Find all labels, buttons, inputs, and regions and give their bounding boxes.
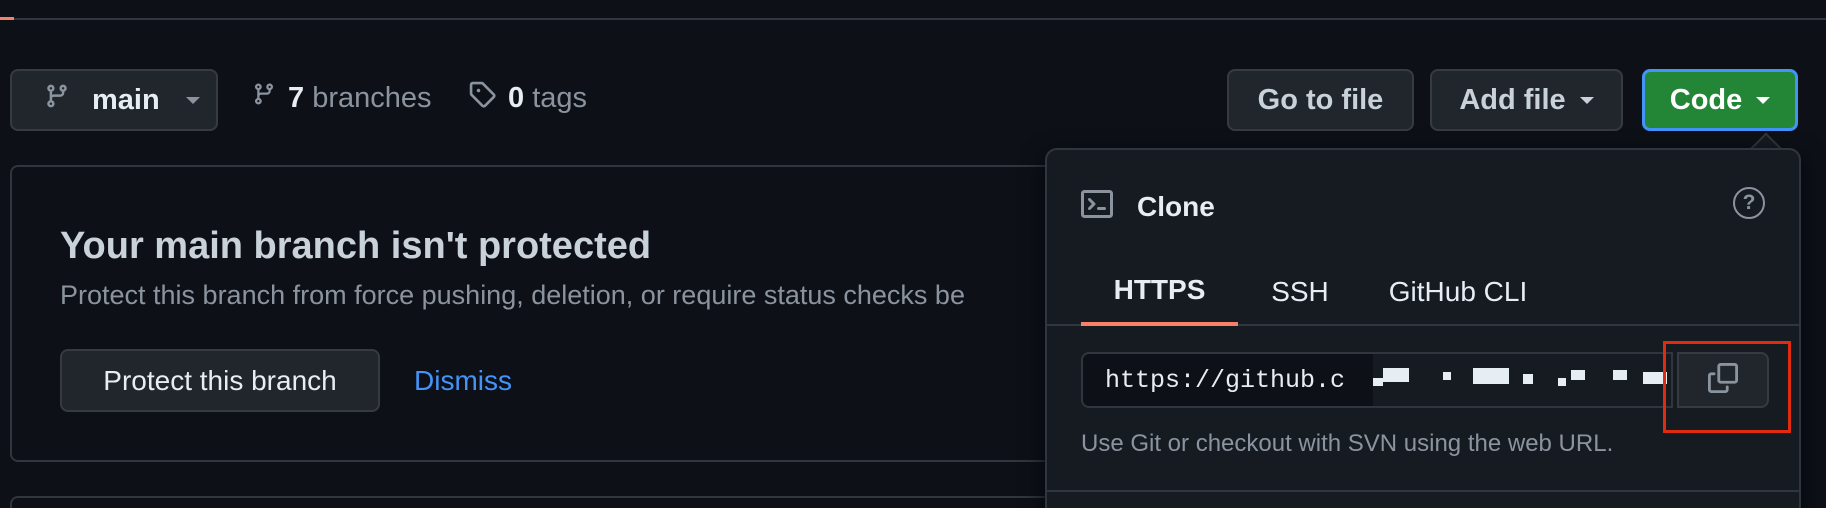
git-branch-icon (252, 80, 276, 116)
branches-link[interactable]: 7 branches (252, 80, 432, 116)
tab-github-cli[interactable]: GitHub CLI (1363, 258, 1553, 326)
repo-header-area: main 7 branches 0 tags Go to file Add fi… (0, 0, 1826, 508)
branch-count: 7 (288, 81, 305, 114)
tab-https[interactable]: HTTPS (1081, 258, 1238, 326)
redacted-url-overlay (1373, 354, 1671, 406)
branches-label: branches (312, 81, 432, 114)
chevron-down-icon (1756, 96, 1771, 104)
clone-hint-text: Use Git or checkout with SVN using the w… (1081, 430, 1614, 457)
active-nav-underline (0, 17, 14, 20)
clone-tabs: HTTPS SSH GitHub CLI (1047, 258, 1799, 326)
dismiss-link[interactable]: Dismiss (414, 365, 512, 397)
terminal-icon (1081, 188, 1113, 225)
annotation-highlight-box (1663, 341, 1791, 433)
file-list-panel (10, 496, 1110, 508)
chevron-down-icon (185, 96, 200, 104)
add-file-label: Add file (1459, 83, 1566, 116)
branch-select-button[interactable]: main (10, 69, 218, 131)
tag-count: 0 (508, 81, 525, 114)
chevron-down-icon (1579, 96, 1594, 104)
header-divider (0, 18, 1826, 20)
code-button[interactable]: Code (1642, 69, 1798, 131)
clone-url-text: https://github.c (1105, 365, 1346, 395)
current-branch-label: main (92, 83, 160, 116)
dropdown-divider (1047, 490, 1799, 492)
banner-title: Your main branch isn't protected (60, 225, 652, 267)
git-branch-icon (44, 81, 70, 119)
clone-title: Clone (1137, 190, 1215, 222)
add-file-button[interactable]: Add file (1430, 69, 1623, 131)
banner-description: Protect this branch from force pushing, … (60, 280, 965, 310)
code-button-label: Code (1669, 83, 1743, 116)
branch-protection-banner: Your main branch isn't protected Protect… (10, 165, 1110, 462)
clone-url-input[interactable]: https://github.c (1081, 352, 1673, 408)
tags-link[interactable]: 0 tags (468, 80, 587, 116)
tags-label: tags (532, 81, 588, 114)
go-to-file-button[interactable]: Go to file (1227, 69, 1414, 131)
clone-dropdown: Clone ? HTTPS SSH GitHub CLI https://git… (1045, 148, 1801, 508)
tag-icon (468, 80, 496, 116)
protect-branch-button[interactable]: Protect this branch (60, 349, 380, 412)
tab-ssh[interactable]: SSH (1237, 258, 1363, 326)
clone-header: Clone (1081, 188, 1215, 225)
question-circle-icon[interactable]: ? (1733, 187, 1765, 219)
